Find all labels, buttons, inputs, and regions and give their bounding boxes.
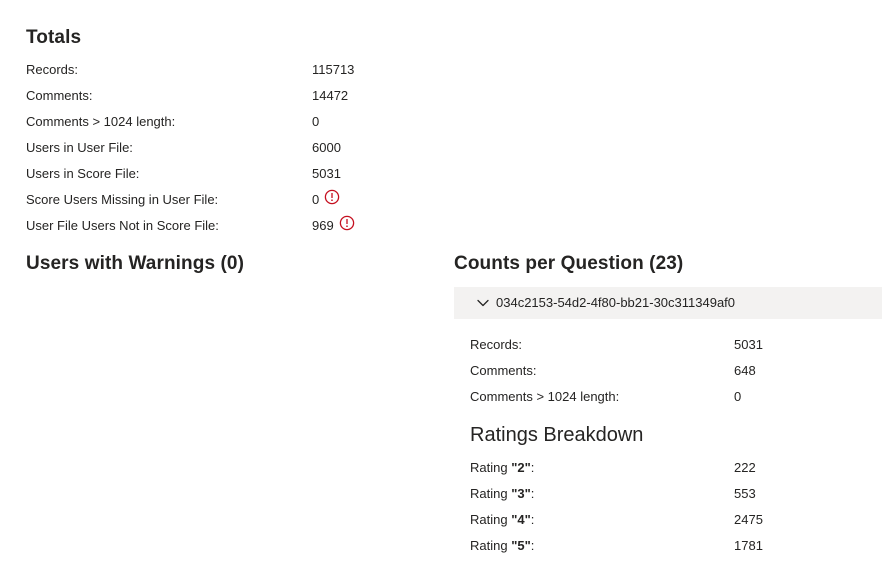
rating-prefix: Rating xyxy=(470,486,508,501)
row-label: Rating "5": xyxy=(470,536,534,556)
row-value: 14472 xyxy=(312,88,349,103)
row-label: Rating "3": xyxy=(470,484,534,504)
row-value: 222 xyxy=(734,460,756,475)
rating-value: "5" xyxy=(511,538,531,553)
question-id-label: 034c2153-54d2-4f80-bb21-30c311349af0 xyxy=(496,295,736,310)
rating-value: "3" xyxy=(511,486,531,501)
row-label: Records: xyxy=(26,62,79,77)
page: Totals Records: 115713 Comments: 14472 C… xyxy=(0,0,894,569)
rating-value: "4" xyxy=(511,512,531,527)
rating-suffix: : xyxy=(530,460,535,475)
row-value: 0 xyxy=(312,114,320,129)
row-label: Records: xyxy=(470,337,523,352)
row-label: Score Users Missing in User File: xyxy=(26,192,219,207)
row-label: Comments > 1024 length: xyxy=(26,114,176,129)
row-value: 115713 xyxy=(312,62,355,77)
row-value-wrap: 0 xyxy=(312,189,340,210)
row-label: Users in Score File: xyxy=(26,166,140,181)
row-value: 2475 xyxy=(734,512,763,527)
row-value: 648 xyxy=(734,363,756,378)
warning-icon xyxy=(324,189,340,205)
rating-suffix: : xyxy=(530,486,535,501)
users-with-warnings-title: Users with Warnings (0) xyxy=(26,253,245,274)
row-label: Rating "4": xyxy=(470,510,534,530)
ratings-breakdown-title: Ratings Breakdown xyxy=(470,424,644,446)
row-label: Comments: xyxy=(470,363,537,378)
warning-icon xyxy=(339,215,354,231)
row-value: 5031 xyxy=(734,337,763,352)
row-value: 0 xyxy=(312,192,320,207)
row-value: 1781 xyxy=(734,538,763,553)
row-label: Comments: xyxy=(26,88,93,103)
rating-suffix: : xyxy=(530,512,535,527)
rating-prefix: Rating xyxy=(470,460,508,475)
question-accordion-header[interactable]: 034c2153-54d2-4f80-bb21-30c311349af0 xyxy=(454,287,882,319)
counts-per-question-title: Counts per Question (23) xyxy=(454,253,684,274)
row-value-wrap: 969 xyxy=(312,215,355,236)
row-label: Users in User File: xyxy=(26,140,133,155)
row-value: 553 xyxy=(734,486,756,501)
rating-suffix: : xyxy=(530,538,535,553)
rating-prefix: Rating xyxy=(470,512,508,527)
row-label: User File Users Not in Score File: xyxy=(26,218,219,233)
row-label: Comments > 1024 length: xyxy=(470,389,620,404)
row-value: 969 xyxy=(312,218,334,233)
rating-prefix: Rating xyxy=(470,538,508,553)
row-label: Rating "2": xyxy=(470,458,534,478)
row-value: 0 xyxy=(734,389,742,404)
rating-value: "2" xyxy=(511,460,531,475)
totals-title: Totals xyxy=(26,27,82,48)
chevron-down-icon[interactable] xyxy=(476,296,490,310)
row-value: 6000 xyxy=(312,140,341,155)
row-value: 5031 xyxy=(312,166,341,181)
